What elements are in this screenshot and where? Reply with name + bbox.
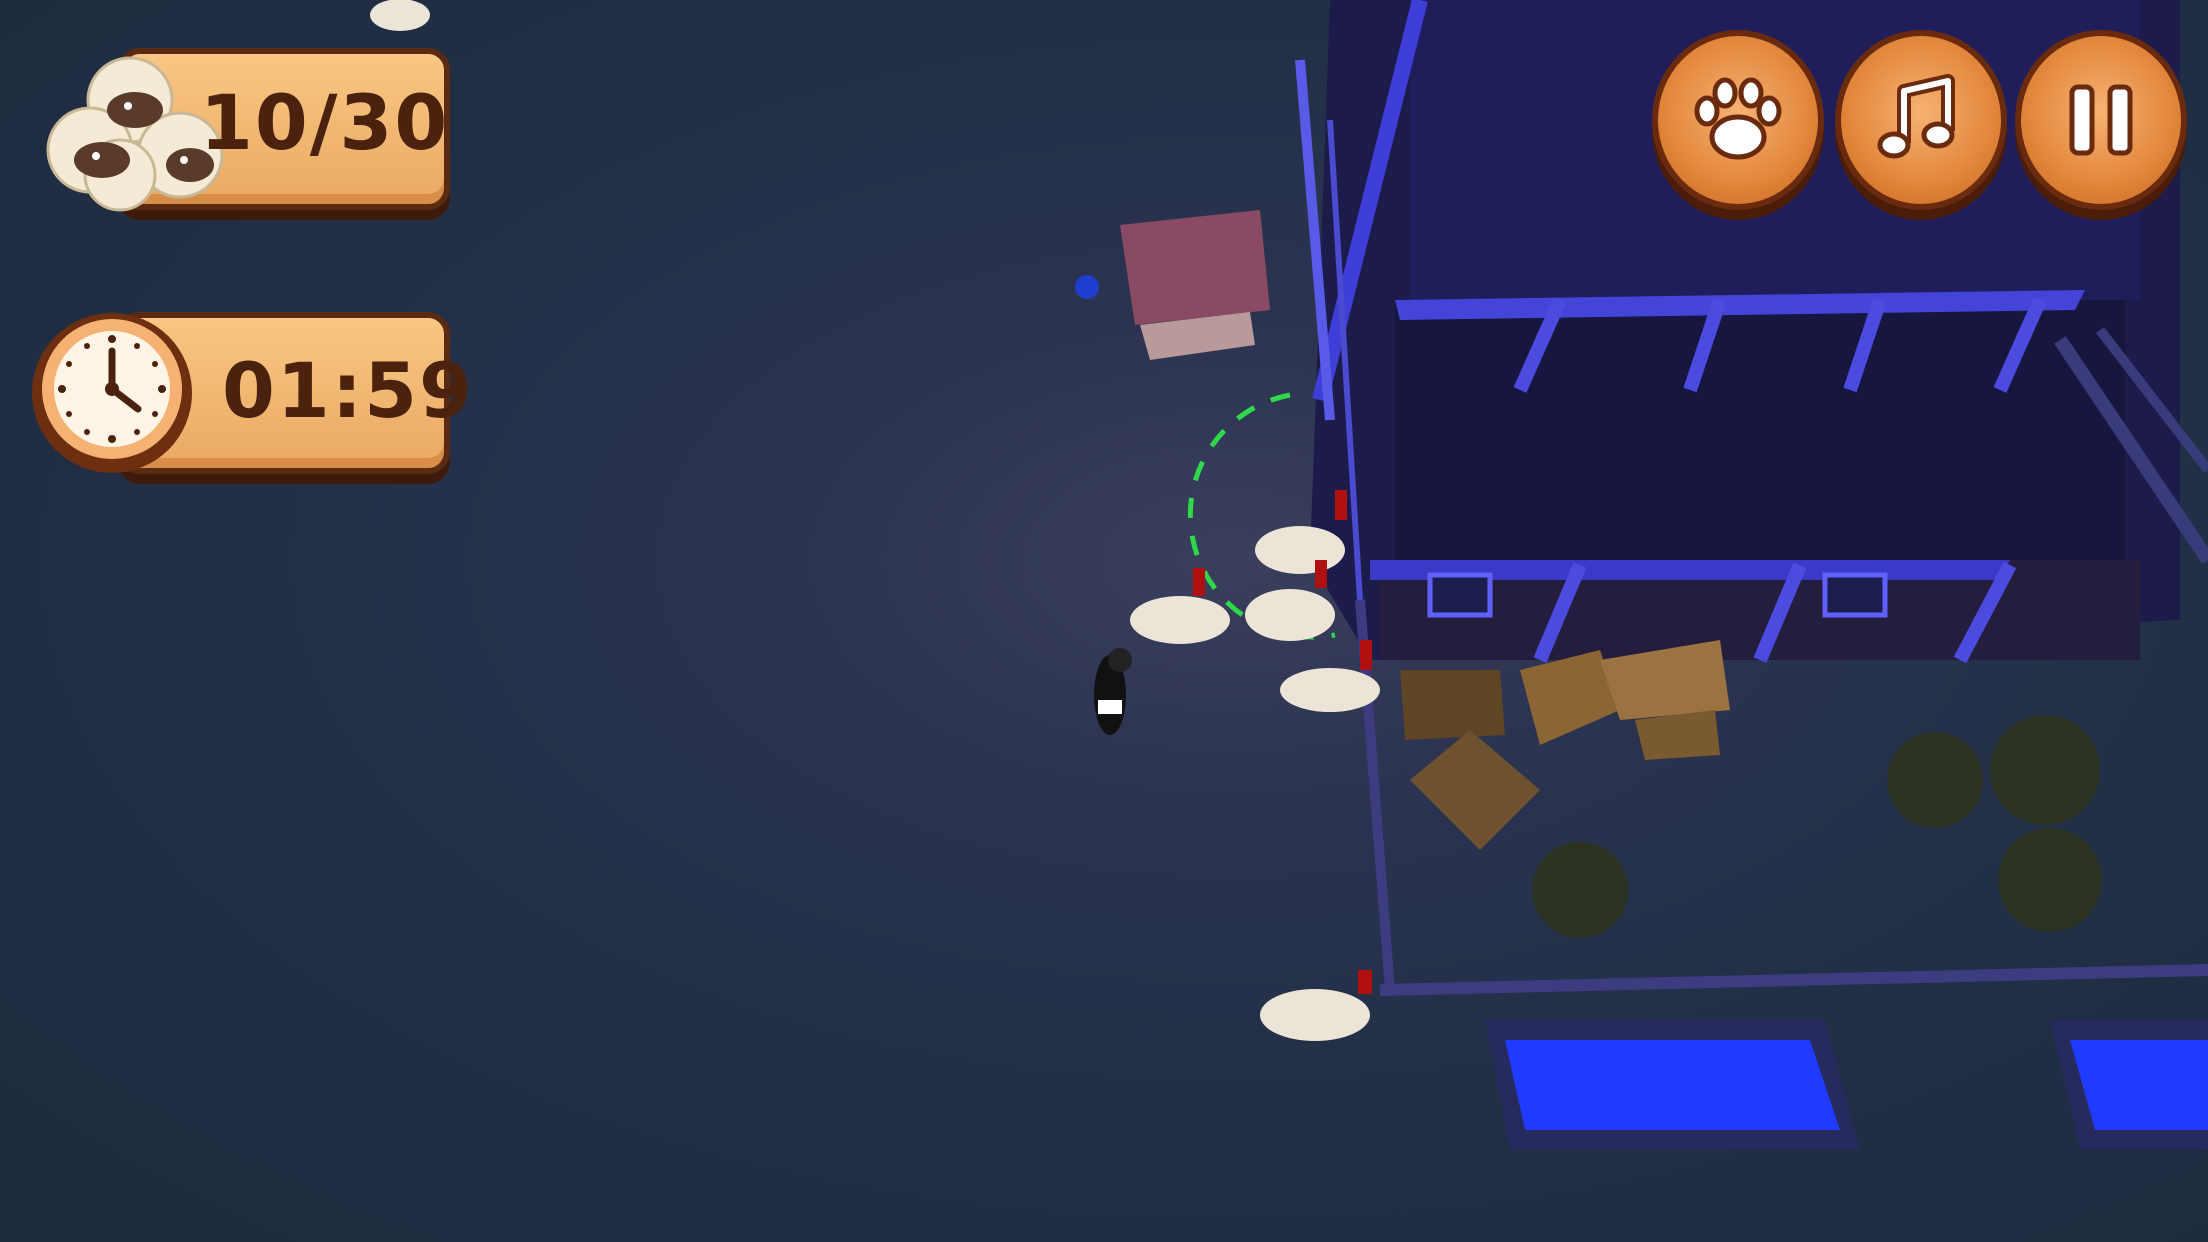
sheep-counter: 10/30 xyxy=(200,78,450,167)
music-toggle-button[interactable] xyxy=(1835,30,2007,210)
shrubs xyxy=(1532,715,2102,938)
paw-icon xyxy=(1694,77,1782,160)
paw-button[interactable] xyxy=(1652,30,1824,210)
sheepdog xyxy=(1094,648,1132,735)
clock-icon xyxy=(28,305,196,480)
hay-bales xyxy=(1400,640,1730,850)
water-troughs xyxy=(1485,1020,2208,1150)
doghouse xyxy=(1075,210,1270,360)
pause-icon xyxy=(2069,84,2133,156)
timer-display: 01:59 xyxy=(222,346,474,435)
music-note-icon xyxy=(1877,74,1955,159)
pause-button[interactable] xyxy=(2015,30,2187,210)
sheep-group xyxy=(370,0,1380,1041)
